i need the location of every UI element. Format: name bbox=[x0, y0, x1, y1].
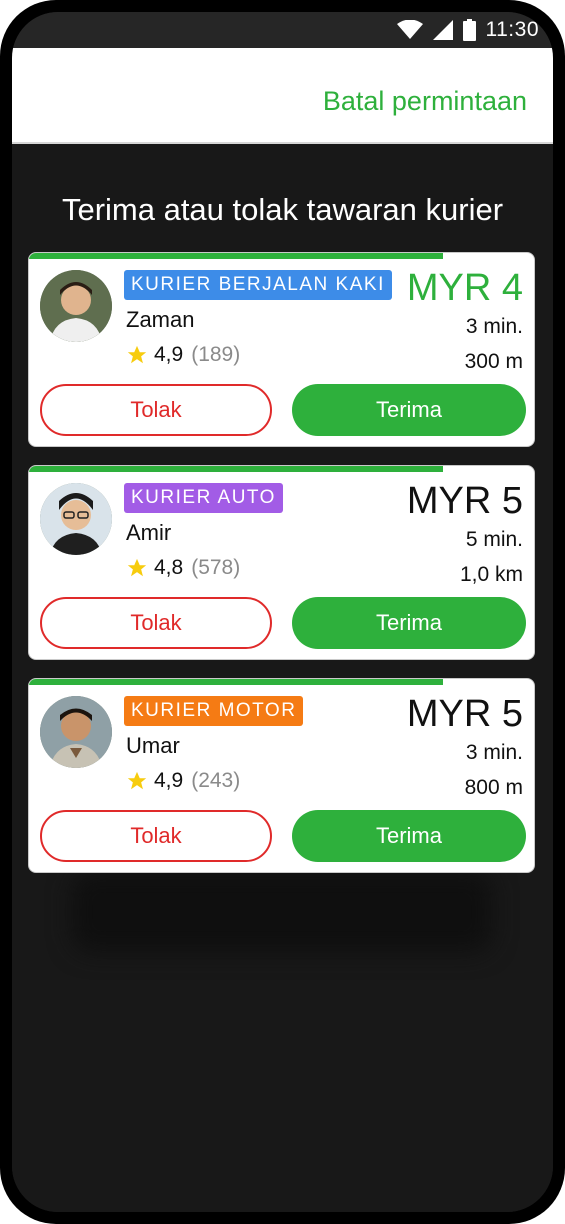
offer-card: KURIER AUTO Amir 4,8 (578) MYR 5 5 min. … bbox=[28, 465, 535, 660]
page-title: Terima atau tolak tawaran kurier bbox=[61, 192, 504, 227]
courier-type-badge: KURIER AUTO bbox=[124, 483, 283, 513]
avatar bbox=[40, 270, 112, 342]
backdrop-shadow bbox=[72, 872, 492, 952]
offer-timer-bar bbox=[29, 466, 444, 472]
distance: 1,0 km bbox=[459, 563, 523, 586]
star-icon bbox=[127, 558, 147, 577]
rating-value: 4,9 bbox=[154, 769, 184, 792]
status-icons: 11:30 bbox=[396, 18, 540, 42]
rating: 4,8 (578) bbox=[126, 556, 240, 580]
signal-icon bbox=[432, 20, 453, 40]
reject-button[interactable]: Tolak bbox=[40, 384, 272, 436]
courier-type-badge: KURIER MOTOR bbox=[124, 696, 304, 726]
star-icon bbox=[127, 345, 147, 364]
phone-frame: 11:30 Batal permintaan Terima atau tolak… bbox=[0, 0, 565, 1224]
rating-count: (189) bbox=[191, 343, 241, 366]
avatar bbox=[40, 483, 112, 555]
wifi-icon bbox=[396, 20, 423, 39]
rating: 4,9 (243) bbox=[126, 769, 240, 793]
offer-timer-bar bbox=[29, 679, 444, 685]
courier-type-badge: KURIER BERJALAN KAKI bbox=[124, 270, 392, 300]
avatar bbox=[40, 696, 112, 768]
eta: 3 min. bbox=[465, 315, 523, 338]
courier-name: Amir bbox=[126, 520, 172, 545]
offer-price: MYR 4 bbox=[406, 267, 523, 309]
accept-button[interactable]: Terima bbox=[292, 810, 526, 862]
accept-button[interactable]: Terima bbox=[292, 384, 526, 436]
rating-count: (578) bbox=[191, 556, 241, 579]
rating-count: (243) bbox=[191, 769, 241, 792]
rating-value: 4,8 bbox=[154, 556, 184, 579]
courier-name: Umar bbox=[126, 733, 180, 758]
courier-name: Zaman bbox=[126, 307, 195, 332]
eta: 3 min. bbox=[465, 741, 523, 764]
accept-button[interactable]: Terima bbox=[292, 597, 526, 649]
offer-price: MYR 5 bbox=[406, 693, 523, 735]
top-app-bar: Batal permintaan bbox=[12, 48, 553, 144]
rating-value: 4,9 bbox=[154, 343, 184, 366]
cancel-request-button[interactable]: Batal permintaan bbox=[323, 86, 527, 117]
offer-price: MYR 5 bbox=[406, 480, 523, 522]
screen: 11:30 Batal permintaan Terima atau tolak… bbox=[12, 12, 553, 1212]
offer-card: KURIER BERJALAN KAKI Zaman 4,9 (189) MYR… bbox=[28, 252, 535, 447]
clock: 11:30 bbox=[485, 18, 539, 41]
distance: 300 m bbox=[464, 350, 523, 373]
status-bar: 11:30 bbox=[12, 12, 553, 48]
offer-timer-bar bbox=[29, 253, 444, 259]
star-icon bbox=[127, 771, 147, 790]
reject-button[interactable]: Tolak bbox=[40, 597, 272, 649]
reject-button[interactable]: Tolak bbox=[40, 810, 272, 862]
distance: 800 m bbox=[464, 776, 523, 799]
rating: 4,9 (189) bbox=[126, 343, 240, 367]
offer-card: KURIER MOTOR Umar 4,9 (243) MYR 5 3 min.… bbox=[28, 678, 535, 873]
battery-icon bbox=[462, 19, 476, 41]
eta: 5 min. bbox=[465, 528, 523, 551]
